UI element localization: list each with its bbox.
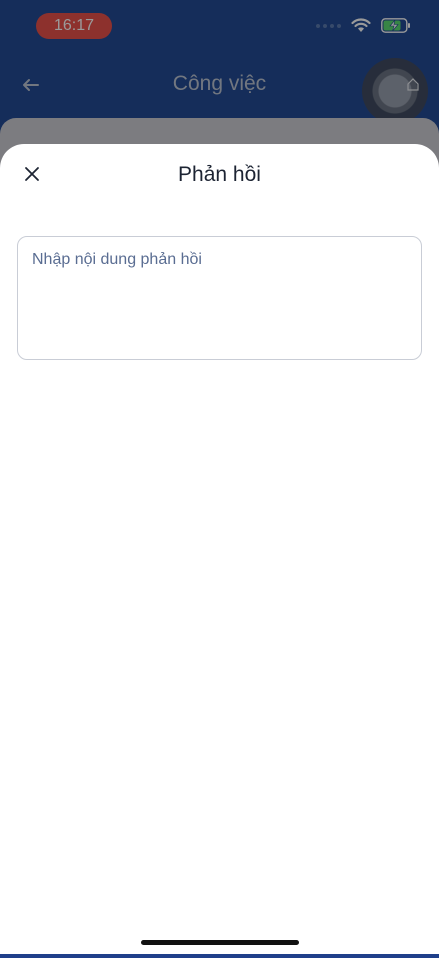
bottom-strip	[0, 954, 439, 958]
reply-input[interactable]	[17, 236, 422, 360]
sheet-header: Phản hồi	[0, 144, 439, 208]
home-indicator[interactable]	[141, 940, 299, 945]
sheet-title: Phản hồi	[178, 163, 261, 186]
feedback-sheet: Phản hồi	[0, 144, 439, 958]
